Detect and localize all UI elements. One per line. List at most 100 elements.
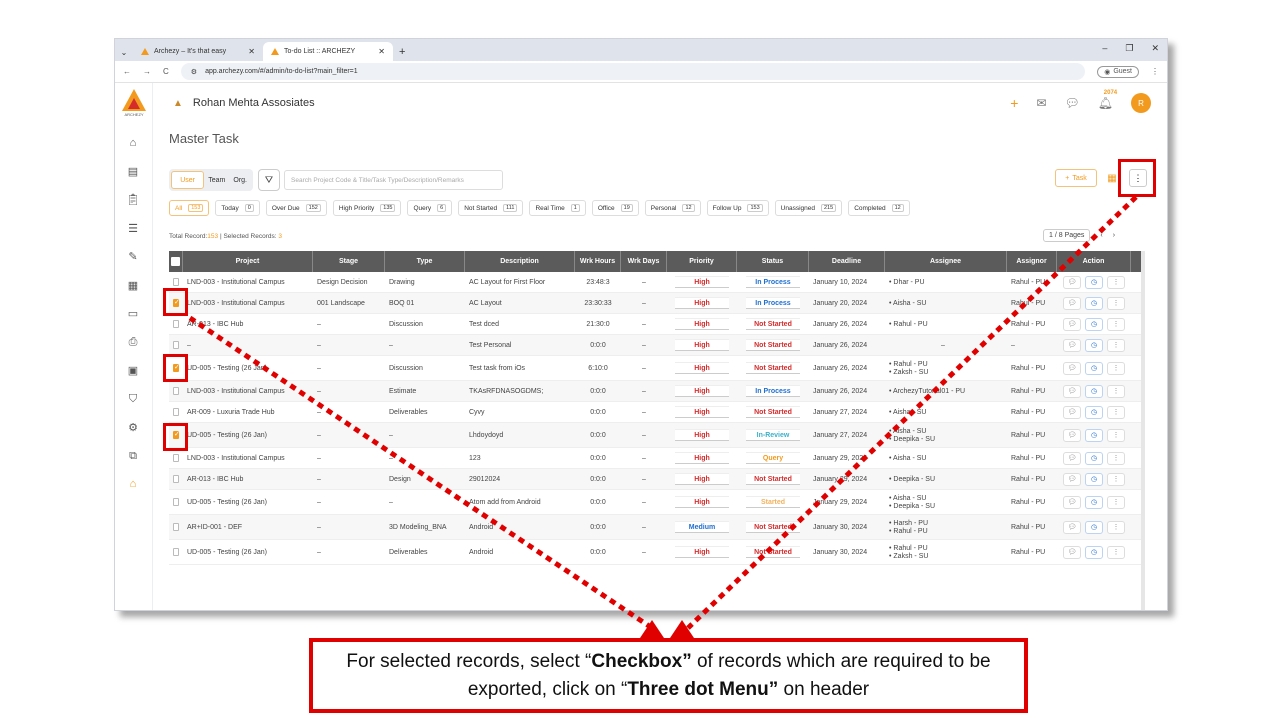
home-icon[interactable]: ⌂	[125, 135, 141, 151]
next-page-icon[interactable]: ›	[1113, 232, 1115, 239]
clock-icon[interactable]: ◷	[1085, 520, 1103, 534]
status-badge[interactable]: Not Started	[746, 406, 800, 418]
comment-icon[interactable]: 💬︎	[1063, 275, 1081, 289]
column-header-type[interactable]: Type	[385, 251, 465, 272]
filter-chip-high-priority[interactable]: High Priority 135	[332, 200, 402, 216]
row-checkbox[interactable]	[173, 341, 179, 349]
table-scrollbar[interactable]	[1141, 251, 1145, 610]
row-checkbox[interactable]	[173, 548, 179, 556]
guest-profile-button[interactable]: ◉ Guest	[1097, 65, 1139, 78]
row-checkbox[interactable]	[173, 523, 179, 531]
clock-icon[interactable]: ◷	[1085, 428, 1103, 442]
filter-chip-over-due[interactable]: Over Due 152	[265, 200, 327, 216]
row-checkbox[interactable]	[173, 475, 179, 483]
table-row[interactable]: LND-003 - Institutional Campus – Estimate T…	[169, 381, 1145, 402]
filter-chip-personal[interactable]: Personal 12	[644, 200, 701, 216]
task-list-icon[interactable]: ☰	[125, 220, 141, 236]
highlight-icon[interactable]: ⌂	[125, 476, 141, 492]
clock-icon[interactable]: ◷	[1085, 317, 1103, 331]
column-header-deadline[interactable]: Deadline	[809, 251, 885, 272]
comment-icon[interactable]: 💬︎	[1063, 451, 1081, 465]
reload-icon[interactable]: C	[163, 67, 169, 76]
row-menu-icon[interactable]: ⋮	[1107, 384, 1125, 398]
minimize-icon[interactable]: –	[1102, 43, 1107, 54]
filter-chip-follow-up[interactable]: Follow Up 153	[706, 200, 769, 216]
table-row[interactable]: UD-005 - Testing (26 Jan) – – Atom add from…	[169, 490, 1145, 515]
tab-search-icon[interactable]: ⌄	[115, 43, 133, 61]
row-menu-icon[interactable]: ⋮	[1107, 520, 1125, 534]
clock-icon[interactable]: ◷	[1085, 296, 1103, 310]
row-select-cell[interactable]	[169, 381, 183, 401]
comment-icon[interactable]: 💬︎	[1063, 296, 1081, 310]
hierarchy-icon[interactable]: ⧉	[125, 448, 141, 464]
comment-icon[interactable]: 💬︎	[1063, 384, 1081, 398]
select-all-checkbox[interactable]	[171, 257, 180, 266]
filter-chip-unassigned[interactable]: Unassigned 215	[774, 200, 843, 216]
filter-chip-real-time[interactable]: Real Time 1	[529, 200, 586, 216]
clock-icon[interactable]: ◷	[1085, 451, 1103, 465]
settings-clipboard-icon[interactable]: ⚙	[125, 419, 141, 435]
table-row[interactable]: LND-003 - Institutional Campus Design Dec…	[169, 272, 1145, 293]
mail-icon[interactable]: ✉	[1036, 96, 1046, 110]
table-row[interactable]: UD-005 - Testing (26 Jan) – Discussion Test…	[169, 356, 1145, 381]
row-select-cell[interactable]	[169, 540, 183, 564]
column-header-stage[interactable]: Stage	[313, 251, 385, 272]
new-tab-icon[interactable]: +	[399, 46, 405, 58]
toggle-team[interactable]: Team	[204, 171, 229, 189]
row-select-cell[interactable]	[169, 448, 183, 468]
table-row[interactable]: AR-009 - Luxuria Trade Hub – Deliverables C…	[169, 402, 1145, 423]
comment-icon[interactable]: 💬︎	[1063, 472, 1081, 486]
row-menu-icon[interactable]: ⋮	[1107, 495, 1125, 509]
edit-icon[interactable]: ✎	[125, 248, 141, 264]
column-header-wrk-days[interactable]: Wrk Days	[621, 251, 667, 272]
status-badge[interactable]: Not Started	[746, 546, 800, 558]
status-badge[interactable]: Not Started	[746, 362, 800, 374]
status-badge[interactable]: Not Started	[746, 521, 800, 533]
clock-icon[interactable]: ◷	[1085, 472, 1103, 486]
row-menu-icon[interactable]: ⋮	[1107, 317, 1125, 331]
row-select-cell[interactable]	[169, 402, 183, 422]
folder-icon[interactable]: ▣	[125, 362, 141, 378]
print-icon[interactable]: ⎙	[125, 334, 141, 350]
row-menu-icon[interactable]: ⋮	[1107, 545, 1125, 559]
row-checkbox[interactable]	[173, 278, 179, 286]
avatar[interactable]: R	[1131, 93, 1151, 113]
status-badge[interactable]: In-Review	[746, 429, 800, 441]
clock-icon[interactable]: ◷	[1085, 361, 1103, 375]
comment-icon[interactable]: 💬︎	[1063, 545, 1081, 559]
filter-chip-all[interactable]: All 153	[169, 200, 210, 216]
report-icon[interactable]: ▦	[125, 277, 141, 293]
status-badge[interactable]: Not Started	[746, 339, 800, 351]
tab-close-icon[interactable]: ✕	[378, 47, 385, 56]
table-row[interactable]: UD-005 - Testing (26 Jan) – Deliverables An…	[169, 540, 1145, 565]
tab-todo-list[interactable]: To-do List :: ARCHEZY ✕	[263, 42, 393, 61]
comment-icon[interactable]: 💬︎	[1063, 520, 1081, 534]
column-header-assignor[interactable]: Assignor	[1007, 251, 1057, 272]
filter-chip-query[interactable]: Query 6	[407, 200, 453, 216]
url-bar[interactable]: ⚙ app.archezy.com/#/admin/to-do-list?mai…	[180, 63, 1086, 80]
row-select-cell[interactable]	[169, 335, 183, 355]
browser-menu-icon[interactable]: ⋮	[1151, 67, 1159, 76]
table-row[interactable]: LND-003 - Institutional Campus – – 123 0:0:0…	[169, 448, 1145, 469]
row-menu-icon[interactable]: ⋮	[1107, 361, 1125, 375]
row-select-cell[interactable]	[169, 490, 183, 514]
forward-icon[interactable]: →	[143, 67, 151, 76]
clipboard-icon[interactable]: 📋︎	[125, 191, 141, 207]
row-menu-icon[interactable]: ⋮	[1107, 428, 1125, 442]
restore-icon[interactable]: ❐	[1125, 43, 1133, 54]
prev-page-icon[interactable]: ‹	[1100, 232, 1102, 239]
table-row[interactable]: – – – Test Personal 0:0:0 – High Not Started Jan…	[169, 335, 1145, 356]
clock-icon[interactable]: ◷	[1085, 495, 1103, 509]
filter-chip-not-started[interactable]: Not Started 111	[458, 200, 524, 216]
column-header-priority[interactable]: Priority	[667, 251, 737, 272]
table-row[interactable]: AR-013 - IBC Hub – Design 29012024 0:0:0 – Hig…	[169, 469, 1145, 490]
page-indicator[interactable]: 1 / 8 Pages	[1043, 229, 1091, 242]
back-icon[interactable]: ←	[123, 67, 131, 76]
table-row[interactable]: LND-003 - Institutional Campus 001 Landsc…	[169, 293, 1145, 314]
table-row[interactable]: AR-013 - IBC Hub – Discussion Test dced 21:3…	[169, 314, 1145, 335]
row-menu-icon[interactable]: ⋮	[1107, 405, 1125, 419]
header-select-all[interactable]	[169, 251, 183, 272]
status-badge[interactable]: In Process	[746, 385, 800, 397]
site-settings-icon[interactable]: ⚙	[191, 68, 197, 76]
quick-add-icon[interactable]: +	[1010, 95, 1018, 111]
